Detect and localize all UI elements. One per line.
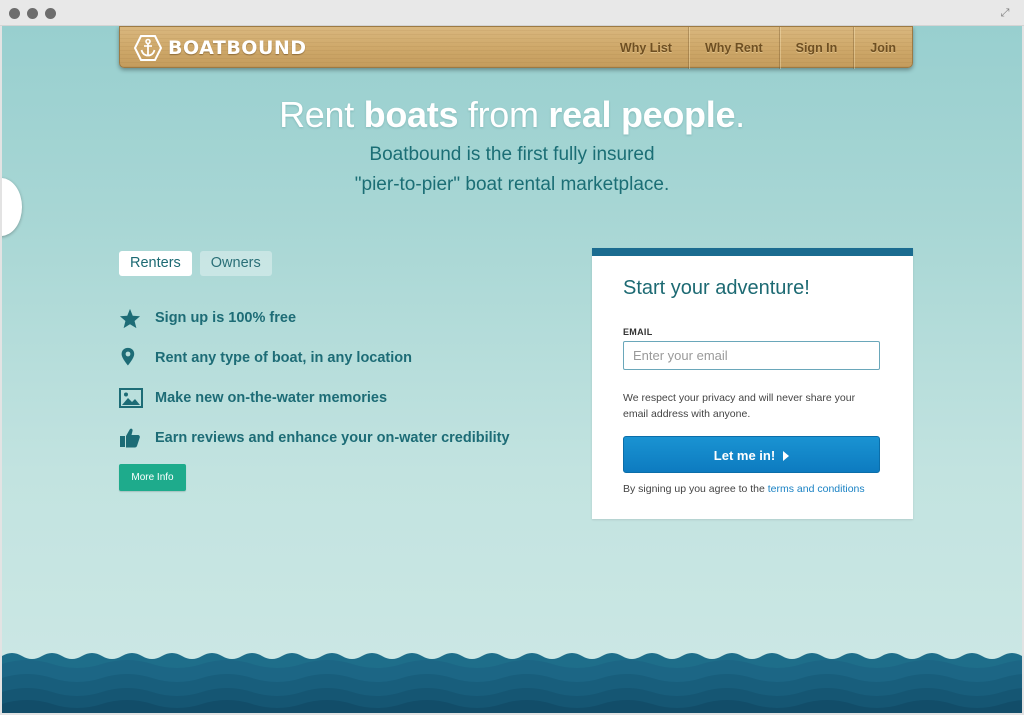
picture-icon: [119, 386, 145, 410]
zoom-window-button[interactable]: [45, 8, 56, 19]
feature-item: Make new on-the-water memories: [119, 378, 510, 418]
signup-title: Start your adventure!: [623, 277, 810, 299]
close-window-button[interactable]: [9, 8, 20, 19]
nav-links: Why List Why Rent Sign In Join: [604, 27, 912, 69]
page-viewport: BOATBOUND Why List Why Rent Sign In Join…: [2, 26, 1022, 713]
feature-item: Earn reviews and enhance your on-water c…: [119, 418, 510, 458]
anchor-icon: [133, 35, 163, 61]
audience-tabs: Renters Owners: [119, 251, 272, 276]
boatbound-logo[interactable]: BOATBOUND: [133, 34, 307, 62]
signup-card: Start your adventure! EMAIL We respect y…: [592, 248, 913, 519]
tab-renters[interactable]: Renters: [119, 251, 192, 276]
minimize-window-button[interactable]: [27, 8, 38, 19]
privacy-notice: We respect your privacy and will never s…: [623, 392, 856, 420]
feature-text: Make new on-the-water memories: [155, 390, 388, 406]
email-label: EMAIL: [623, 327, 653, 337]
hero-subtitle-line-2: "pier-to-pier" boat rental marketplace.: [354, 174, 670, 195]
top-nav: BOATBOUND Why List Why Rent Sign In Join: [119, 26, 913, 69]
location-pin-icon: [119, 346, 145, 370]
nav-sign-in[interactable]: Sign In: [778, 27, 854, 69]
hero-title: Rent boats from real people.: [279, 94, 745, 135]
nav-why-rent[interactable]: Why Rent: [687, 27, 779, 69]
feature-text: Sign up is 100% free: [155, 310, 297, 326]
window-titlebar: ⤢: [0, 0, 1024, 26]
star-icon: [119, 306, 145, 330]
ocean-waves: [2, 650, 1022, 713]
feature-text: Earn reviews and enhance your on-water c…: [155, 430, 510, 446]
tab-owners[interactable]: Owners: [199, 251, 272, 276]
feature-item: Sign up is 100% free: [119, 298, 510, 338]
logo-wordmark: BOATBOUND: [168, 37, 307, 59]
feature-item: Rent any type of boat, in any location: [119, 338, 510, 378]
thumbs-up-icon: [119, 426, 145, 450]
fullscreen-icon[interactable]: ⤢: [998, 6, 1012, 20]
terms-notice: By signing up you agree to the terms and…: [623, 483, 865, 495]
nav-join[interactable]: Join: [853, 27, 912, 69]
hero-subtitle-line-1: Boatbound is the first fully insured: [369, 144, 655, 165]
cta-label: Let me in!: [713, 448, 776, 463]
let-me-in-button[interactable]: Let me in!: [623, 436, 880, 473]
caret-right-icon: [783, 450, 790, 461]
feature-list: Sign up is 100% free Rent any type of bo…: [119, 298, 510, 458]
terms-link[interactable]: terms and conditions: [768, 483, 865, 495]
more-info-button[interactable]: More Info: [119, 464, 186, 491]
terms-prefix: By signing up you agree to the: [623, 483, 768, 495]
feature-text: Rent any type of boat, in any location: [155, 350, 412, 366]
nav-why-list[interactable]: Why List: [604, 27, 688, 69]
hero-subtitle: Boatbound is the first fully insured "pi…: [2, 140, 1022, 200]
email-field[interactable]: [623, 341, 880, 370]
